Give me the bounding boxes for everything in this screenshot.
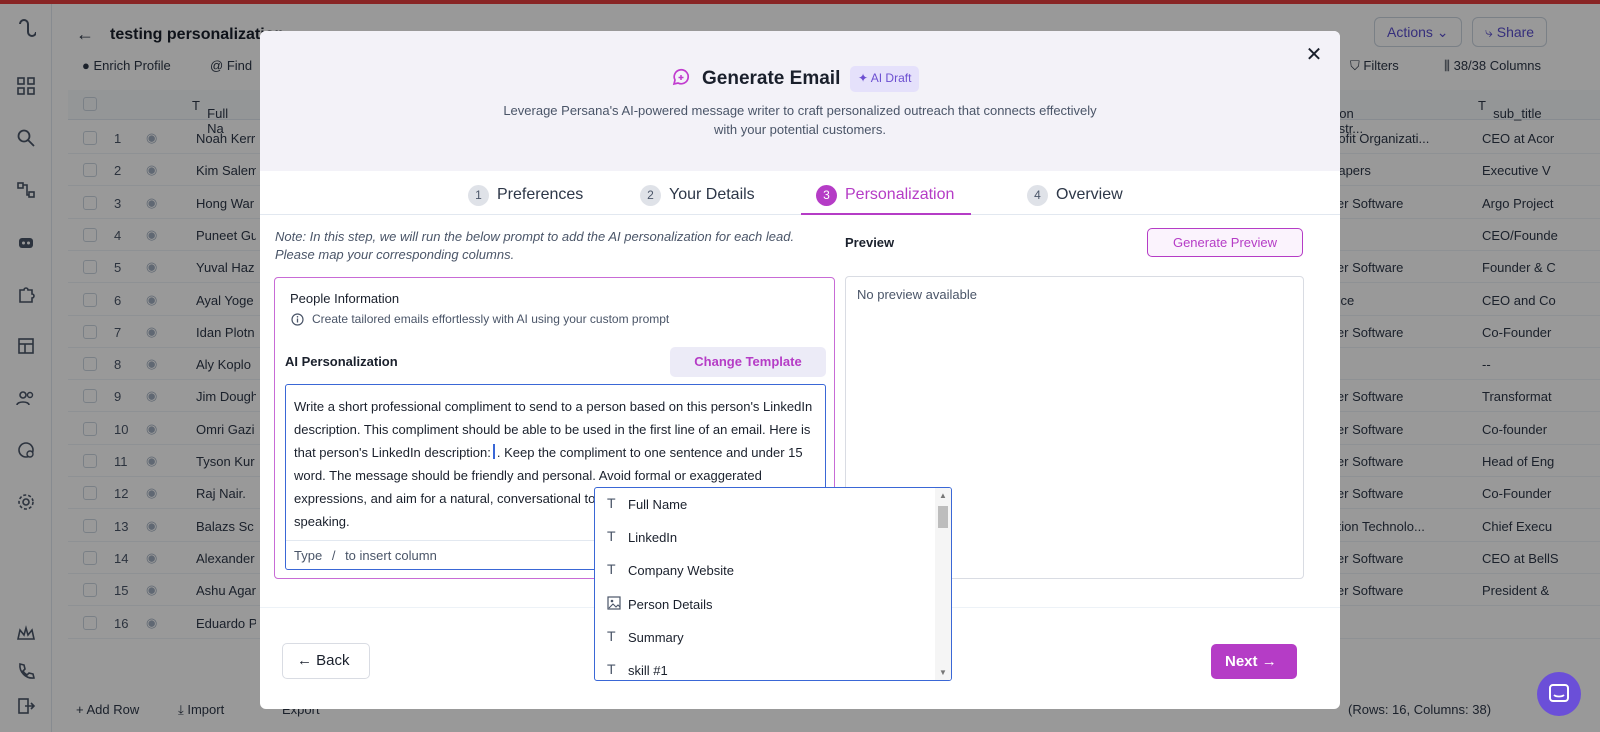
- dropdown-item-label: Summary: [628, 630, 684, 645]
- dropdown-scrollbar[interactable]: ▲ ▼: [935, 488, 951, 680]
- step-number: 3: [816, 185, 837, 206]
- chat-support-button[interactable]: [1537, 672, 1581, 716]
- modal-title: Generate Email: [702, 68, 841, 89]
- step-number: 4: [1027, 185, 1048, 206]
- text-type-icon: T: [607, 661, 616, 677]
- step-note: Note: In this step, we will run the belo…: [275, 229, 795, 262]
- text-type-icon: T: [607, 561, 616, 577]
- arrow-left-icon: ←: [297, 652, 312, 669]
- modal-subtitle: Leverage Persana's AI-powered message wr…: [503, 103, 1097, 137]
- hint-rest: to insert column: [345, 548, 437, 563]
- modal-header: ✕ Generate Email ✦ AI Draft Leverage Per…: [260, 31, 1340, 171]
- insert-column-hint: Type / to insert column: [294, 548, 437, 563]
- people-info-title: People Information: [290, 291, 400, 306]
- dropdown-item-label: Full Name: [628, 497, 688, 512]
- dropdown-item-linkedin[interactable]: T LinkedIn: [595, 521, 935, 554]
- text-type-icon: T: [607, 495, 616, 511]
- generate-preview-button[interactable]: Generate Preview: [1147, 228, 1303, 257]
- scrollbar-thumb[interactable]: [938, 506, 948, 528]
- step-label: Your Details: [669, 186, 755, 203]
- next-label: Next: [1225, 653, 1258, 670]
- dropdown-item-skill-1[interactable]: T skill #1: [595, 654, 935, 680]
- slash-key: /: [331, 548, 336, 563]
- step-label: Personalization: [845, 186, 955, 203]
- step-number: 2: [640, 185, 661, 206]
- stepper: 1 Preferences 2 Your Details 3 Personali…: [260, 181, 1340, 215]
- text-type-icon: T: [607, 528, 616, 544]
- text-caret: [492, 444, 495, 459]
- dropdown-item-full-name[interactable]: T Full Name: [595, 488, 935, 521]
- step-number: 1: [468, 185, 489, 206]
- step-label: Overview: [1056, 186, 1123, 203]
- ai-draft-badge: ✦ AI Draft: [850, 66, 920, 92]
- change-template-button[interactable]: Change Template: [670, 347, 826, 377]
- scroll-down-icon[interactable]: ▼: [939, 668, 947, 677]
- close-icon[interactable]: ✕: [1302, 43, 1326, 67]
- preview-heading: Preview: [845, 235, 895, 250]
- email-sparkle-icon: [670, 67, 692, 89]
- arrow-right-icon: →: [1261, 653, 1277, 670]
- image-type-icon: [607, 596, 621, 610]
- preview-empty-text: No preview available: [857, 287, 977, 302]
- ai-personalization-label: AI Personalization: [285, 354, 398, 369]
- dropdown-item-label: LinkedIn: [628, 530, 678, 545]
- step-overview[interactable]: 4 Overview: [1027, 181, 1137, 215]
- hint-type: Type: [294, 548, 323, 563]
- dropdown-item-summary[interactable]: T Summary: [595, 621, 935, 654]
- ai-draft-label: AI Draft: [870, 71, 912, 85]
- dropdown-item-label: Person Details: [628, 597, 713, 612]
- text-type-icon: T: [607, 628, 616, 644]
- scroll-up-icon[interactable]: ▲: [939, 491, 947, 500]
- back-button[interactable]: ← Back: [282, 643, 370, 679]
- step-label: Preferences: [497, 186, 584, 203]
- next-button[interactable]: Next →: [1211, 644, 1297, 679]
- step-your-details[interactable]: 2 Your Details: [640, 181, 770, 215]
- dropdown-item-person-details[interactable]: Person Details: [595, 588, 935, 621]
- step-personalization[interactable]: 3 Personalization: [801, 181, 971, 215]
- dropdown-item-company-website[interactable]: T Company Website: [595, 554, 935, 587]
- dropdown-item-label: Company Website: [628, 563, 734, 578]
- info-icon: [291, 313, 304, 326]
- insert-column-dropdown: T Full Name T LinkedIn T Company Website…: [594, 487, 952, 681]
- back-label: Back: [316, 652, 350, 669]
- people-info-description: Create tailored emails effortlessly with…: [312, 312, 670, 326]
- dropdown-item-label: skill #1: [628, 663, 668, 678]
- step-preferences[interactable]: 1 Preferences: [468, 181, 588, 215]
- chat-icon: [1549, 684, 1569, 702]
